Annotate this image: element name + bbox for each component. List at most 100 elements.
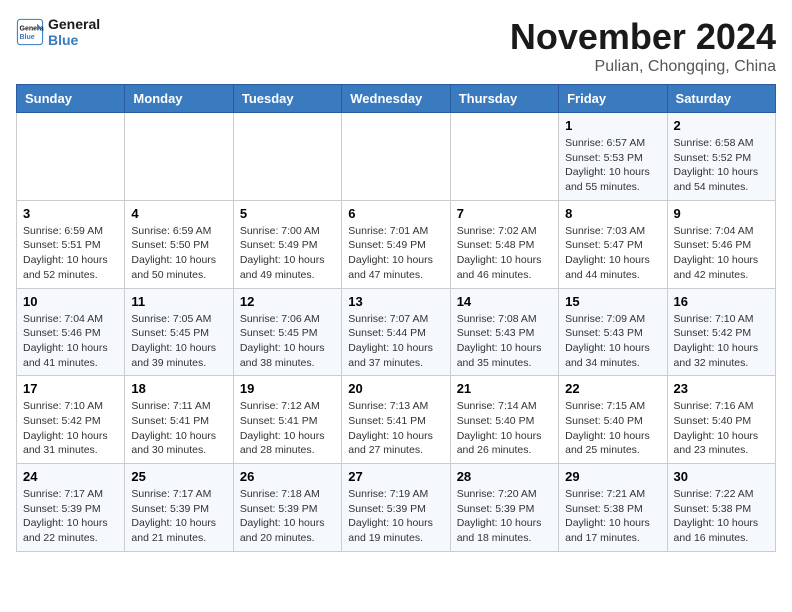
day-number: 27 bbox=[348, 469, 443, 484]
day-info: Sunrise: 7:22 AMSunset: 5:38 PMDaylight:… bbox=[674, 487, 769, 546]
day-number: 22 bbox=[565, 381, 660, 396]
calendar-cell: 15 Sunrise: 7:09 AMSunset: 5:43 PMDayligh… bbox=[559, 288, 667, 376]
day-number: 19 bbox=[240, 381, 335, 396]
calendar-cell: 7 Sunrise: 7:02 AMSunset: 5:48 PMDaylight… bbox=[450, 200, 558, 288]
day-number: 5 bbox=[240, 206, 335, 221]
day-info: Sunrise: 7:06 AMSunset: 5:45 PMDaylight:… bbox=[240, 312, 335, 371]
day-info: Sunrise: 7:13 AMSunset: 5:41 PMDaylight:… bbox=[348, 399, 443, 458]
day-number: 6 bbox=[348, 206, 443, 221]
location: Pulian, Chongqing, China bbox=[510, 58, 776, 76]
day-number: 21 bbox=[457, 381, 552, 396]
day-info: Sunrise: 7:15 AMSunset: 5:40 PMDaylight:… bbox=[565, 399, 660, 458]
day-info: Sunrise: 7:00 AMSunset: 5:49 PMDaylight:… bbox=[240, 224, 335, 283]
calendar-cell bbox=[17, 113, 125, 201]
calendar-cell: 1Sunrise: 6:57 AMSunset: 5:53 PMDaylight… bbox=[559, 113, 667, 201]
day-info: Sunrise: 7:19 AMSunset: 5:39 PMDaylight:… bbox=[348, 487, 443, 546]
calendar-cell: 9Sunrise: 7:04 AMSunset: 5:46 PMDaylight… bbox=[667, 200, 775, 288]
day-number: 2 bbox=[674, 118, 769, 133]
calendar-cell: 2 Sunrise: 6:58 AMSunset: 5:52 PMDaylight… bbox=[667, 113, 775, 201]
calendar-header-row: SundayMondayTuesdayWednesdayThursdayFrid… bbox=[17, 85, 776, 113]
day-info: Sunrise: 6:59 AMSunset: 5:50 PMDaylight:… bbox=[131, 224, 226, 283]
day-number: 9 bbox=[674, 206, 769, 221]
calendar-cell: 12 Sunrise: 7:06 AMSunset: 5:45 PMDayligh… bbox=[233, 288, 341, 376]
day-info: Sunrise: 7:07 AMSunset: 5:44 PMDaylight:… bbox=[348, 312, 443, 371]
svg-text:Blue: Blue bbox=[20, 34, 35, 41]
calendar-cell bbox=[125, 113, 233, 201]
day-number: 1 bbox=[565, 118, 660, 133]
day-info: Sunrise: 7:02 AMSunset: 5:48 PMDaylight:… bbox=[457, 224, 552, 283]
calendar-body: 1Sunrise: 6:57 AMSunset: 5:53 PMDaylight… bbox=[17, 113, 776, 552]
day-number: 15 bbox=[565, 294, 660, 309]
calendar-cell: 11Sunrise: 7:05 AMSunset: 5:45 PMDayligh… bbox=[125, 288, 233, 376]
calendar-cell: 24Sunrise: 7:17 AMSunset: 5:39 PMDayligh… bbox=[17, 464, 125, 552]
logo-icon: General Blue bbox=[16, 18, 44, 46]
calendar-cell: 22 Sunrise: 7:15 AMSunset: 5:40 PMDayligh… bbox=[559, 376, 667, 464]
day-info: Sunrise: 7:11 AMSunset: 5:41 PMDaylight:… bbox=[131, 399, 226, 458]
day-number: 7 bbox=[457, 206, 552, 221]
day-of-week-tuesday: Tuesday bbox=[233, 85, 341, 113]
calendar-cell: 6 Sunrise: 7:01 AMSunset: 5:49 PMDaylight… bbox=[342, 200, 450, 288]
day-number: 26 bbox=[240, 469, 335, 484]
day-number: 24 bbox=[23, 469, 118, 484]
day-number: 3 bbox=[23, 206, 118, 221]
calendar-cell: 14Sunrise: 7:08 AMSunset: 5:43 PMDayligh… bbox=[450, 288, 558, 376]
calendar-cell bbox=[233, 113, 341, 201]
calendar-cell: 8 Sunrise: 7:03 AMSunset: 5:47 PMDaylight… bbox=[559, 200, 667, 288]
calendar-cell bbox=[450, 113, 558, 201]
calendar-cell: 3 Sunrise: 6:59 AMSunset: 5:51 PMDaylight… bbox=[17, 200, 125, 288]
calendar-week-5: 24 Sunrise: 7:17 AMSunset: 5:39 PMDayligh… bbox=[17, 464, 776, 552]
day-number: 10 bbox=[23, 294, 118, 309]
calendar-cell: 13 Sunrise: 7:07 AMSunset: 5:44 PMDayligh… bbox=[342, 288, 450, 376]
calendar-cell: 18 Sunrise: 7:11 AMSunset: 5:41 PMDayligh… bbox=[125, 376, 233, 464]
calendar-cell: 25 Sunrise: 7:17 AMSunset: 5:39 PMDayligh… bbox=[125, 464, 233, 552]
calendar-cell: 26 Sunrise: 7:18 AMSunset: 5:39 PMDayligh… bbox=[233, 464, 341, 552]
day-number: 25 bbox=[131, 469, 226, 484]
day-number: 14 bbox=[457, 294, 552, 309]
day-info: Sunrise: 6:59 AMSunset: 5:51 PMDaylight:… bbox=[23, 224, 118, 283]
calendar-cell: 23Sunrise: 7:16 AMSunset: 5:40 PMDayligh… bbox=[667, 376, 775, 464]
calendar-cell: 20 Sunrise: 7:13 AMSunset: 5:41 PMDayligh… bbox=[342, 376, 450, 464]
calendar-cell: 4Sunrise: 6:59 AMSunset: 5:50 PMDaylight… bbox=[125, 200, 233, 288]
day-of-week-friday: Friday bbox=[559, 85, 667, 113]
calendar-cell bbox=[342, 113, 450, 201]
calendar-cell: 29Sunrise: 7:21 AMSunset: 5:38 PMDayligh… bbox=[559, 464, 667, 552]
day-number: 8 bbox=[565, 206, 660, 221]
day-number: 18 bbox=[131, 381, 226, 396]
day-number: 20 bbox=[348, 381, 443, 396]
day-info: Sunrise: 7:09 AMSunset: 5:43 PMDaylight:… bbox=[565, 312, 660, 371]
day-info: Sunrise: 7:03 AMSunset: 5:47 PMDaylight:… bbox=[565, 224, 660, 283]
day-number: 28 bbox=[457, 469, 552, 484]
day-info: Sunrise: 7:01 AMSunset: 5:49 PMDaylight:… bbox=[348, 224, 443, 283]
calendar-week-2: 3 Sunrise: 6:59 AMSunset: 5:51 PMDaylight… bbox=[17, 200, 776, 288]
day-info: Sunrise: 7:16 AMSunset: 5:40 PMDaylight:… bbox=[674, 399, 769, 458]
calendar-cell: 5 Sunrise: 7:00 AMSunset: 5:49 PMDaylight… bbox=[233, 200, 341, 288]
day-number: 30 bbox=[674, 469, 769, 484]
logo: General Blue General Blue bbox=[16, 16, 100, 48]
day-of-week-sunday: Sunday bbox=[17, 85, 125, 113]
calendar-cell: 17Sunrise: 7:10 AMSunset: 5:42 PMDayligh… bbox=[17, 376, 125, 464]
calendar-cell: 30 Sunrise: 7:22 AMSunset: 5:38 PMDayligh… bbox=[667, 464, 775, 552]
day-number: 17 bbox=[23, 381, 118, 396]
month-title: November 2024 bbox=[510, 16, 776, 58]
logo-text: General Blue bbox=[48, 16, 100, 48]
day-info: Sunrise: 7:12 AMSunset: 5:41 PMDaylight:… bbox=[240, 399, 335, 458]
day-info: Sunrise: 7:20 AMSunset: 5:39 PMDaylight:… bbox=[457, 487, 552, 546]
day-of-week-monday: Monday bbox=[125, 85, 233, 113]
day-info: Sunrise: 7:18 AMSunset: 5:39 PMDaylight:… bbox=[240, 487, 335, 546]
day-number: 29 bbox=[565, 469, 660, 484]
day-number: 16 bbox=[674, 294, 769, 309]
day-of-week-saturday: Saturday bbox=[667, 85, 775, 113]
day-info: Sunrise: 7:17 AMSunset: 5:39 PMDaylight:… bbox=[131, 487, 226, 546]
day-info: Sunrise: 7:04 AMSunset: 5:46 PMDaylight:… bbox=[23, 312, 118, 371]
day-number: 13 bbox=[348, 294, 443, 309]
day-number: 11 bbox=[131, 294, 226, 309]
day-number: 12 bbox=[240, 294, 335, 309]
calendar-week-4: 17Sunrise: 7:10 AMSunset: 5:42 PMDayligh… bbox=[17, 376, 776, 464]
day-info: Sunrise: 6:58 AMSunset: 5:52 PMDaylight:… bbox=[674, 136, 769, 195]
day-of-week-thursday: Thursday bbox=[450, 85, 558, 113]
calendar-cell: 10 Sunrise: 7:04 AMSunset: 5:46 PMDayligh… bbox=[17, 288, 125, 376]
calendar-cell: 21Sunrise: 7:14 AMSunset: 5:40 PMDayligh… bbox=[450, 376, 558, 464]
calendar-week-1: 1Sunrise: 6:57 AMSunset: 5:53 PMDaylight… bbox=[17, 113, 776, 201]
calendar-cell: 16Sunrise: 7:10 AMSunset: 5:42 PMDayligh… bbox=[667, 288, 775, 376]
day-of-week-wednesday: Wednesday bbox=[342, 85, 450, 113]
